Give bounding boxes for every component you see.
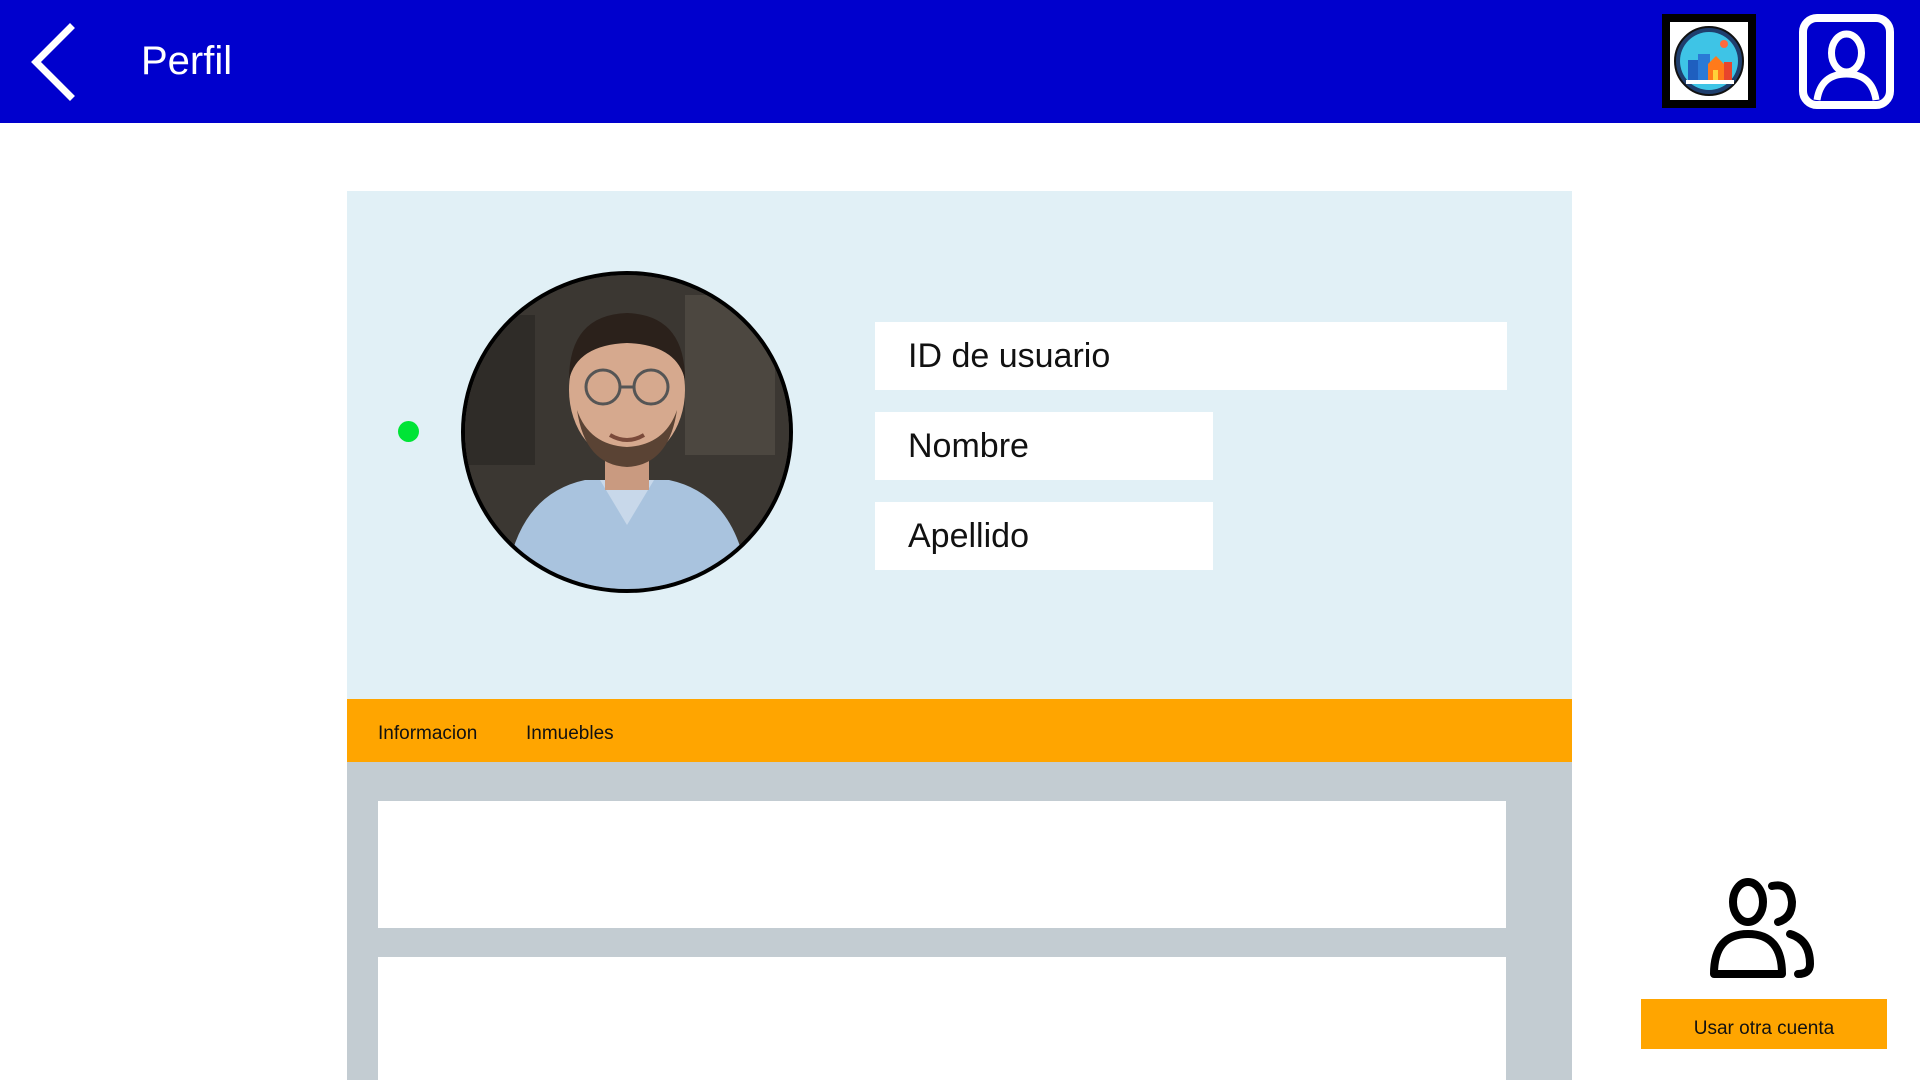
- online-status-indicator: [398, 421, 419, 442]
- chevron-left-icon: [31, 23, 75, 101]
- content-card: [378, 801, 1506, 928]
- back-button[interactable]: [22, 22, 82, 102]
- tab-informacion[interactable]: Informacion: [378, 699, 477, 762]
- profile-photo: [465, 275, 789, 589]
- top-app-bar: Perfil: [0, 0, 1920, 123]
- user-account-icon: [1799, 14, 1894, 109]
- last-name-field[interactable]: Apellido: [875, 502, 1213, 570]
- logo-frame: [1670, 22, 1748, 100]
- tab-content-area: [347, 762, 1572, 1080]
- users-icon: [1710, 878, 1815, 978]
- account-button[interactable]: [1799, 14, 1894, 109]
- switch-account-button[interactable]: Usar otra cuenta: [1641, 999, 1887, 1049]
- page-title: Perfil: [141, 39, 233, 83]
- switch-account-icon-button[interactable]: [1706, 872, 1816, 982]
- profile-tabs: Informacion Inmuebles: [347, 699, 1572, 762]
- profile-avatar[interactable]: [461, 271, 793, 593]
- first-name-field[interactable]: Nombre: [875, 412, 1213, 480]
- city-logo-icon: [1674, 26, 1744, 96]
- user-id-field[interactable]: ID de usuario: [875, 322, 1507, 390]
- content-card: [378, 957, 1506, 1080]
- tab-inmuebles[interactable]: Inmuebles: [526, 699, 614, 762]
- app-logo-button[interactable]: [1662, 14, 1756, 108]
